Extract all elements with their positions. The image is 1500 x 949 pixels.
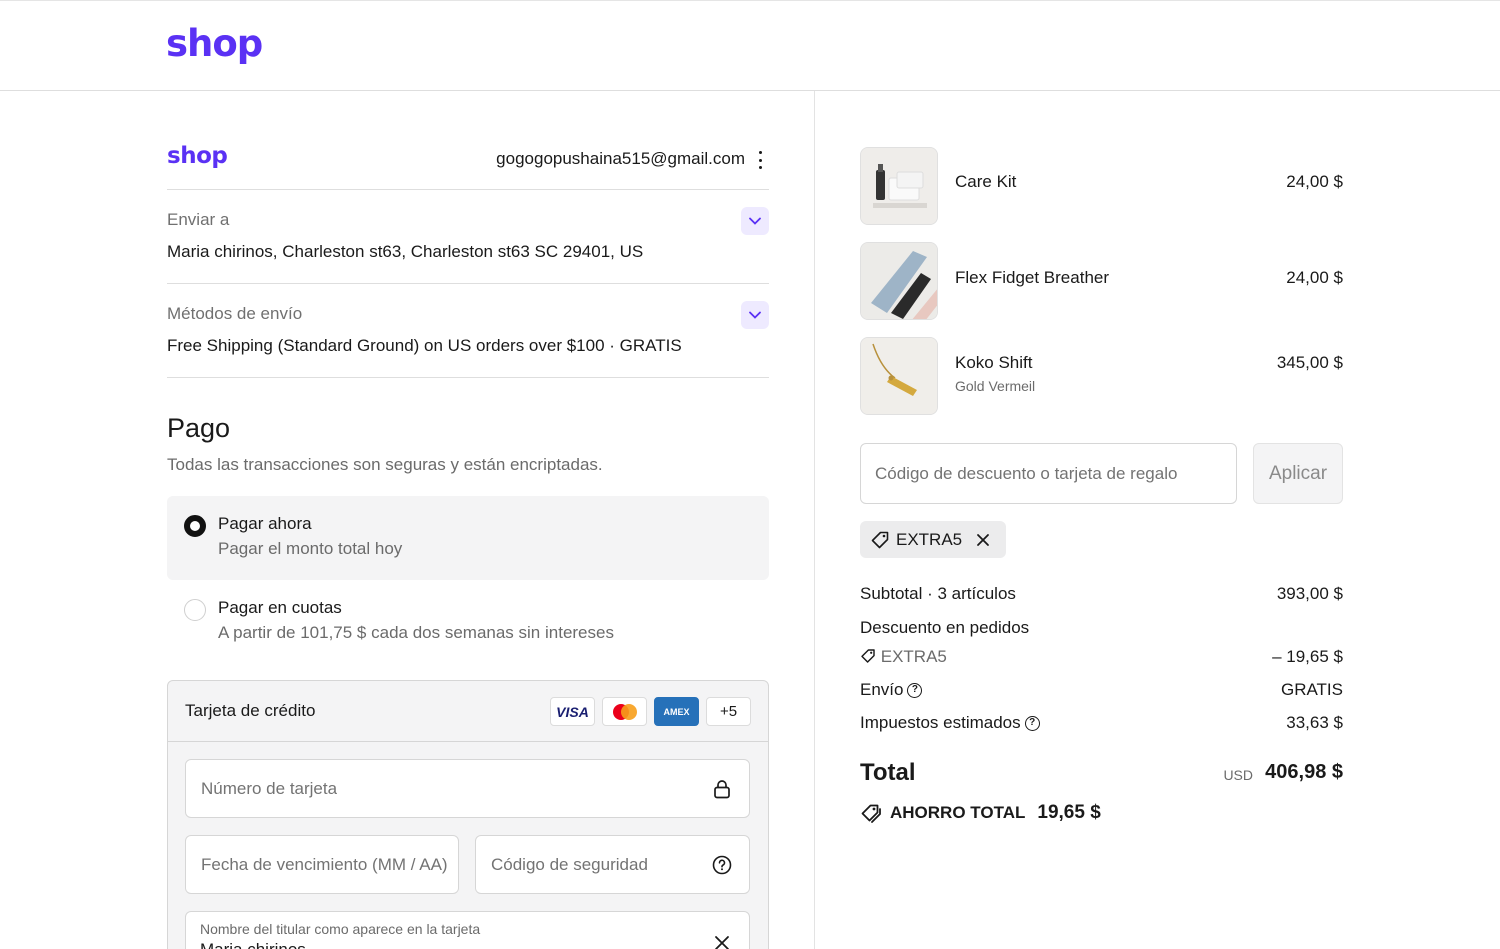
shipping-row: Envío? GRATIS (860, 680, 1343, 700)
product-image (860, 147, 938, 225)
discount-code-input[interactable]: Código de descuento o tarjeta de regalo (860, 443, 1237, 504)
total-savings-label: AHORRO TOTAL (890, 803, 1026, 822)
cardholder-name-field[interactable]: Nombre del titular como aparece en la ta… (185, 911, 750, 949)
ship-to-label: Enviar a (167, 210, 230, 229)
shop-mini-logo: shop (167, 143, 228, 169)
column-divider (814, 91, 815, 949)
pay-now-subtitle: Pagar el monto total hoy (218, 539, 403, 558)
pay-installments-radio[interactable] (184, 599, 206, 621)
cart-item-variant: Gold Vermeil (955, 378, 1036, 394)
tags-icon (861, 804, 881, 823)
discount-code-placeholder: Código de descuento o tarjeta de regalo (875, 464, 1178, 483)
taxes-row: Impuestos estimados? 33,63 $ (860, 713, 1343, 733)
ship-to-section: Enviar a Maria chirinos, Charleston st63… (167, 190, 769, 284)
total-savings: AHORRO TOTAL 19,65 $ (860, 802, 1101, 824)
discount-code-name: EXTRA5 (880, 647, 947, 666)
pay-now-radio[interactable] (184, 515, 206, 537)
cart-item-price: 345,00 $ (1276, 353, 1343, 372)
help-icon[interactable]: ? (1024, 716, 1040, 732)
amex-icon: AMEX (654, 697, 699, 726)
expiry-date-placeholder: Fecha de vencimiento (MM / AA) (201, 855, 448, 874)
cart-item-name: Care Kit (955, 172, 1017, 191)
total-value: 406,98 $ (1265, 761, 1343, 783)
help-icon[interactable]: ? (907, 683, 923, 699)
chevron-down-icon (749, 217, 761, 225)
expiry-date-field[interactable]: Fecha de vencimiento (MM / AA) (185, 835, 459, 894)
order-discount-label: Descuento en pedidos (860, 618, 1030, 637)
shipping-cost-label: Envío (860, 680, 904, 699)
card-number-placeholder: Número de tarjeta (201, 779, 338, 798)
product-image (860, 242, 938, 320)
product-image (860, 337, 938, 415)
credit-card-panel: Tarjeta de crédito VISA AMEX +5 Número d… (167, 680, 769, 949)
lock-icon (711, 778, 733, 800)
cardholder-name-label: Nombre del titular como aparece en la ta… (200, 921, 481, 937)
pay-installments-title: Pagar en cuotas (218, 598, 342, 617)
taxes-value: 33,63 $ (1286, 713, 1343, 732)
applied-discount-tag: EXTRA5 (860, 521, 1007, 558)
pay-installments-option[interactable]: Pagar en cuotas A partir de 101,75 $ cad… (167, 580, 769, 664)
subtotal-label: Subtotal · 3 artículos (860, 584, 1016, 603)
cart-item: Flex Fidget Breather 24,00 $ (860, 242, 1343, 322)
account-bar: shop gogogopushaina515@gmail.com (167, 143, 769, 190)
cart-item: Care Kit 24,00 $ (860, 147, 1343, 227)
help-icon[interactable] (711, 854, 733, 876)
subtotal-value: 393,00 $ (1276, 584, 1343, 603)
chevron-down-icon (749, 311, 761, 319)
card-brands: VISA AMEX +5 (550, 697, 751, 726)
order-discount-row: Descuento en pedidos (860, 618, 1343, 638)
cart-item: Koko Shift Gold Vermeil 345,00 $ (860, 337, 1343, 417)
account-email: gogogopushaina515@gmail.com (496, 149, 745, 168)
mastercard-icon (602, 697, 647, 726)
shipping-method-label: Métodos de envío (167, 304, 303, 323)
taxes-label: Impuestos estimados (860, 713, 1021, 732)
apply-discount-button[interactable]: Aplicar (1253, 443, 1343, 504)
shipping-cost-value: GRATIS (1280, 680, 1343, 699)
remove-discount-icon[interactable] (974, 531, 992, 549)
applied-discount-code: EXTRA5 (896, 529, 963, 549)
ship-to-expand-button[interactable] (741, 207, 769, 235)
cart-item-name: Koko Shift (955, 353, 1033, 372)
ship-to-address: Maria chirinos, Charleston st63, Charles… (167, 242, 644, 261)
shipping-method-section: Métodos de envío Free Shipping (Standard… (167, 284, 769, 378)
payment-subtitle: Todas las transacciones son seguras y es… (167, 455, 603, 474)
shop-logo[interactable]: shop (166, 22, 263, 65)
clear-icon[interactable] (711, 932, 733, 949)
cart-item-name: Flex Fidget Breather (955, 268, 1110, 287)
shipping-method-value: Free Shipping (Standard Ground) on US or… (167, 336, 682, 355)
cardholder-name-value: Maria chirinos (200, 940, 306, 949)
total-savings-value: 19,65 $ (1037, 802, 1101, 823)
cart-item-price: 24,00 $ (1286, 268, 1343, 287)
visa-icon: VISA (550, 697, 595, 726)
card-number-field[interactable]: Número de tarjeta (185, 759, 750, 818)
tag-icon (861, 649, 875, 663)
subtotal-row: Subtotal · 3 artículos 393,00 $ (860, 584, 1343, 604)
security-code-placeholder: Código de seguridad (491, 855, 648, 874)
shipping-method-expand-button[interactable] (741, 301, 769, 329)
payment-title: Pago (167, 413, 231, 443)
tag-icon (871, 531, 889, 548)
discount-code-row: EXTRA5 – 19,65 $ (860, 647, 1343, 667)
security-code-field[interactable]: Código de seguridad (475, 835, 750, 894)
page-header: shop (0, 4, 1500, 91)
pay-now-title: Pagar ahora (218, 514, 312, 533)
more-brands-badge: +5 (706, 697, 751, 726)
total-currency: USD (1223, 767, 1253, 783)
more-options-icon[interactable] (755, 151, 765, 169)
pay-installments-subtitle: A partir de 101,75 $ cada dos semanas si… (218, 623, 614, 642)
credit-card-title: Tarjeta de crédito (185, 701, 316, 720)
pay-now-option[interactable]: Pagar ahora Pagar el monto total hoy (167, 496, 769, 580)
discount-value: – 19,65 $ (1272, 647, 1343, 666)
total-label: Total (860, 759, 916, 786)
cart-item-price: 24,00 $ (1286, 172, 1343, 191)
credit-card-header[interactable]: Tarjeta de crédito VISA AMEX +5 (168, 681, 768, 742)
